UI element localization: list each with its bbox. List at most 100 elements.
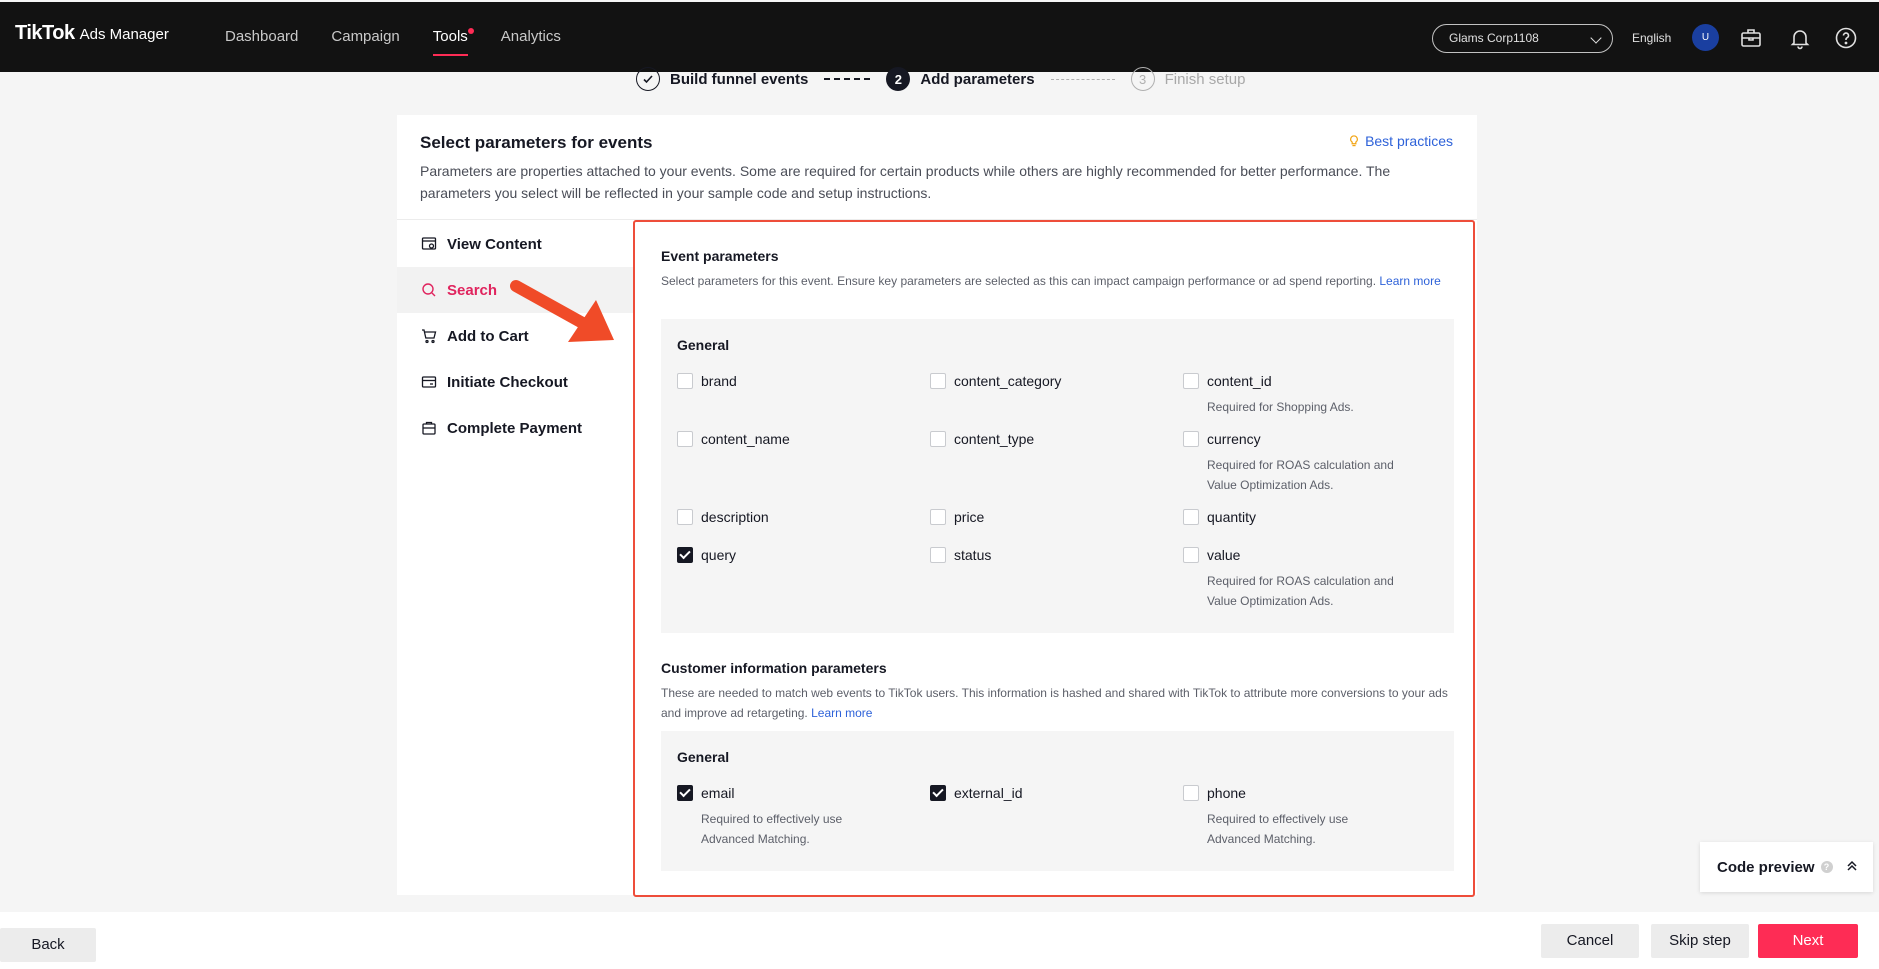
sidebar-item-complete-payment[interactable]: Complete Payment	[397, 405, 633, 451]
account-name: Glams Corp1108	[1449, 31, 1539, 45]
sidebar-item-initiate-checkout[interactable]: Initiate Checkout	[397, 359, 633, 405]
customer-parameters-group: General email Required to effectively us…	[661, 731, 1454, 871]
event-parameters-description-text: Select parameters for this event. Ensure…	[661, 274, 1377, 288]
param-content-type: content_type	[930, 429, 1160, 449]
param-name: content_name	[701, 431, 790, 447]
param-name: content_id	[1207, 373, 1272, 389]
step-add-parameters: 2 Add parameters	[886, 67, 1035, 91]
next-button[interactable]: Next	[1758, 924, 1858, 958]
parameters-panel: Event parameters Select parameters for t…	[633, 220, 1475, 897]
param-currency: currency Required for ROAS calculation a…	[1183, 429, 1413, 495]
tiktok-ads-manager-logo[interactable]: TikTok Ads Manager	[15, 22, 169, 45]
checkbox-checked[interactable]	[677, 785, 693, 801]
param-note: Required to effectively use Advanced Mat…	[701, 812, 843, 846]
customer-parameters-description: These are needed to match web events to …	[661, 683, 1451, 723]
code-preview-toggle[interactable]: Code preview ?	[1700, 842, 1873, 892]
card-header: Select parameters for events Best practi…	[397, 115, 1477, 220]
param-note: Required to effectively use Advanced Mat…	[1207, 812, 1349, 846]
learn-more-link[interactable]: Learn more	[1379, 274, 1440, 288]
card-description: Parameters are properties attached to yo…	[420, 163, 1391, 201]
step-finish-setup: 3 Finish setup	[1130, 67, 1245, 91]
checkbox[interactable]	[930, 547, 946, 563]
checkbox[interactable]	[1183, 785, 1199, 801]
param-external-id: external_id	[930, 783, 1160, 803]
event-parameters-group: General brand content_category content_i…	[661, 319, 1454, 633]
setup-stepper: Build funnel events 2 Add parameters 3 F…	[636, 66, 1245, 92]
account-selector[interactable]: Glams Corp1108	[1432, 24, 1613, 53]
view-content-icon	[421, 237, 437, 250]
sidebar-item-label: View Content	[447, 235, 542, 253]
param-description: description	[677, 507, 907, 527]
checkbox[interactable]	[1183, 431, 1199, 447]
checkbox[interactable]	[930, 509, 946, 525]
step-number: 2	[886, 67, 911, 91]
sidebar-item-label: Search	[447, 281, 498, 299]
param-name: content_type	[954, 431, 1035, 447]
group-title: General	[677, 337, 730, 353]
customer-parameters-title: Customer information parameters	[661, 660, 887, 676]
checkbox[interactable]	[677, 509, 693, 525]
checkbox[interactable]	[1183, 373, 1199, 389]
bell-icon[interactable]	[1788, 26, 1812, 50]
help-icon[interactable]	[1834, 26, 1858, 50]
nav-dashboard[interactable]: Dashboard	[225, 2, 298, 72]
nav-campaign[interactable]: Campaign	[331, 2, 399, 72]
nav-tools[interactable]: Tools	[432, 2, 474, 72]
param-name: external_id	[954, 785, 1023, 801]
param-price: price	[930, 507, 1160, 527]
main-nav: Dashboard Campaign Tools Analytics	[225, 2, 594, 72]
chevron-double-up-icon[interactable]	[1845, 859, 1859, 873]
customer-parameters-description-text: These are needed to match web events to …	[661, 686, 1448, 720]
nav-tools-label: Tools	[432, 28, 468, 45]
avatar[interactable]: U	[1692, 24, 1719, 51]
logo-subtitle: Ads Manager	[79, 26, 169, 43]
sidebar-item-label: Complete Payment	[447, 419, 583, 437]
best-practices-link[interactable]: Best practices	[1349, 133, 1453, 149]
checkbox[interactable]	[1183, 509, 1199, 525]
checkbox[interactable]	[1183, 547, 1199, 563]
checkout-icon	[421, 376, 437, 388]
param-content-category: content_category	[930, 371, 1160, 391]
search-icon	[422, 283, 436, 297]
param-name: quantity	[1207, 509, 1257, 525]
logo-brand: TikTok	[15, 22, 75, 44]
param-name: currency	[1207, 431, 1261, 447]
param-phone: phone Required to effectively use Advanc…	[1183, 783, 1413, 849]
help-icon[interactable]: ?	[1820, 861, 1833, 873]
param-name: query	[701, 547, 737, 563]
language-selector[interactable]: English	[1632, 31, 1671, 45]
checkbox[interactable]	[677, 373, 693, 389]
top-navigation-bar: TikTok Ads Manager Dashboard Campaign To…	[0, 2, 1879, 72]
param-quantity: quantity	[1183, 507, 1413, 527]
param-content-name: content_name	[677, 429, 907, 449]
param-value: value Required for ROAS calculation and …	[1183, 545, 1413, 611]
param-email: email Required to effectively use Advanc…	[677, 783, 907, 849]
param-note: Required for Shopping Ads.	[1207, 400, 1354, 414]
sidebar-item-view-content[interactable]: View Content	[397, 221, 633, 267]
cancel-button[interactable]: Cancel	[1541, 924, 1639, 958]
param-note: Required for ROAS calculation and Value …	[1207, 458, 1394, 492]
checkmark-icon	[636, 67, 660, 91]
toolbox-icon[interactable]	[1739, 26, 1763, 50]
step-connector	[824, 78, 871, 80]
back-button[interactable]: Back	[0, 928, 96, 962]
param-name: content_category	[954, 373, 1062, 389]
checkbox-checked[interactable]	[930, 785, 946, 801]
payment-icon	[422, 421, 436, 435]
checkbox-checked[interactable]	[677, 547, 693, 563]
learn-more-link[interactable]: Learn more	[811, 706, 872, 720]
nav-analytics[interactable]: Analytics	[501, 2, 561, 72]
skip-step-button[interactable]: Skip step	[1651, 924, 1749, 958]
checkbox[interactable]	[677, 431, 693, 447]
param-name: description	[701, 509, 769, 525]
lightbulb-icon	[1350, 135, 1358, 147]
best-practices-label: Best practices	[1365, 133, 1453, 149]
param-brand: brand	[677, 371, 907, 391]
sidebar-item-label: Initiate Checkout	[447, 373, 568, 391]
param-status: status	[930, 545, 1160, 565]
checkbox[interactable]	[930, 431, 946, 447]
step-label: Add parameters	[920, 70, 1035, 88]
page-title: Select parameters for events	[420, 133, 653, 152]
param-name: price	[954, 509, 985, 525]
checkbox[interactable]	[930, 373, 946, 389]
